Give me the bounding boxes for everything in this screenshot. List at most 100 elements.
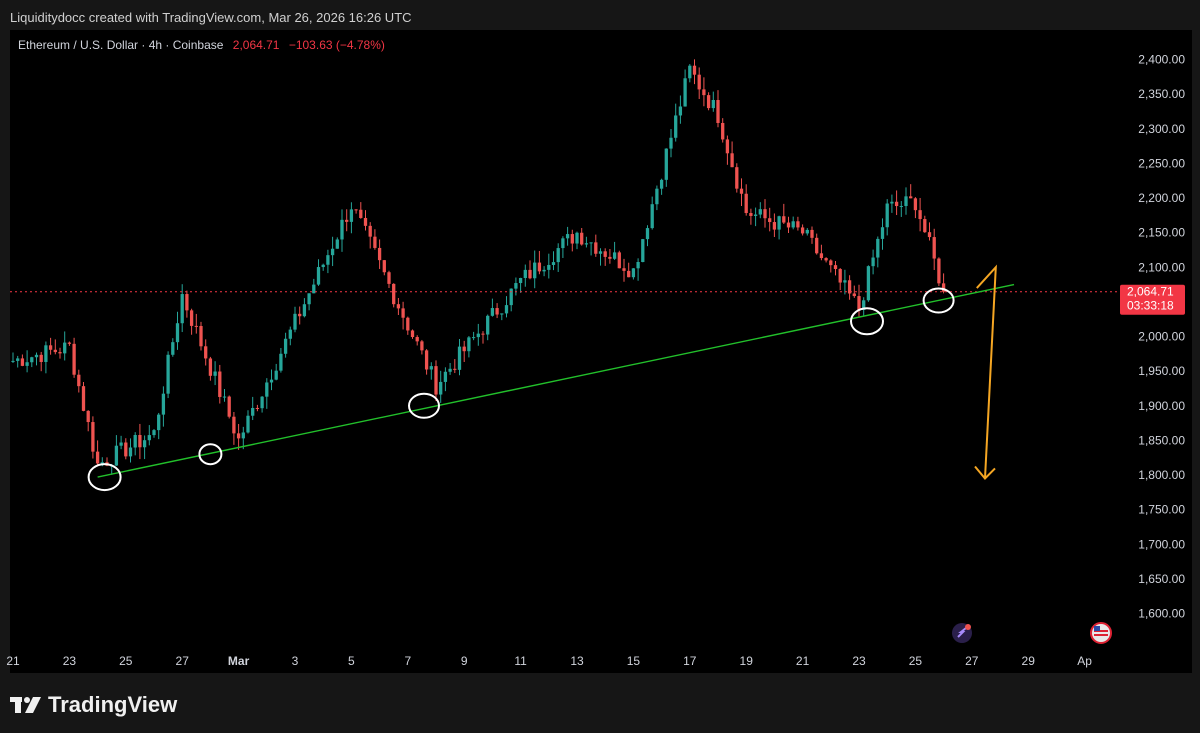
legend-price: 2,064.71	[232, 38, 280, 52]
candle-body	[321, 264, 325, 268]
candle-body	[133, 435, 137, 448]
y-axis-ticks: 2,400.00 2,350.00 2,300.00 2,250.00 2,200.00…	[1138, 53, 1185, 621]
x-tick-label: 5	[348, 654, 355, 668]
candle-body	[716, 100, 720, 123]
candle-body	[575, 232, 579, 244]
candle-body	[890, 201, 894, 204]
candle-body	[932, 237, 936, 259]
candle-body	[213, 371, 217, 376]
x-tick-label: 9	[461, 654, 468, 668]
candle-body	[561, 238, 565, 249]
tradingview-logo-icon	[10, 697, 41, 713]
candle-body	[749, 213, 753, 216]
candles	[11, 59, 946, 475]
y-tick-label: 2,150.00	[1138, 226, 1185, 240]
candle-body	[58, 352, 62, 354]
y-tick-label: 1,650.00	[1138, 572, 1185, 586]
candle-body	[11, 360, 15, 362]
candle-body	[918, 210, 922, 220]
candle-body	[815, 237, 819, 254]
low-marker-circle	[850, 307, 884, 336]
candle-body	[641, 239, 645, 262]
candle-body	[171, 342, 175, 355]
candle-body	[53, 349, 57, 353]
candle-body	[288, 329, 292, 339]
candle-body	[838, 269, 842, 283]
last-price-label: 2,064.71	[1127, 285, 1174, 299]
candle-body	[674, 115, 678, 138]
candle-body	[547, 264, 551, 270]
candle-body	[128, 447, 133, 457]
x-tick-label: 25	[909, 654, 923, 668]
last-price-tag: 2,064.71 03:33:18	[1120, 284, 1185, 315]
candle-body	[833, 265, 838, 270]
candle-body	[48, 345, 53, 350]
candle-body	[340, 219, 344, 240]
legend-change: −103.63 (−4.78%)	[288, 38, 385, 52]
candle-body	[307, 293, 311, 305]
candle-body	[293, 313, 297, 330]
candle-body	[824, 258, 828, 261]
candle-body	[302, 304, 307, 317]
candle-body	[453, 368, 457, 370]
candle-body	[208, 358, 213, 376]
candle-body	[443, 371, 448, 382]
candle-body	[142, 440, 147, 448]
candle-body	[537, 262, 542, 272]
candle-body	[326, 255, 330, 265]
candle-body	[650, 204, 654, 229]
candle-body	[363, 217, 368, 226]
x-tick-label: 17	[683, 654, 697, 668]
x-tick-label: 7	[404, 654, 411, 668]
candle-body	[246, 415, 250, 433]
y-tick-label: 2,100.00	[1138, 260, 1185, 274]
candle-body	[495, 308, 499, 315]
candle-body	[236, 433, 241, 439]
candle-body	[509, 288, 513, 306]
candle-body	[631, 268, 636, 278]
candle-body	[72, 343, 76, 375]
candle-body	[937, 258, 941, 284]
candle-body	[913, 198, 918, 211]
candle-body	[255, 407, 260, 409]
x-axis-ticks: 21 23 25 27 Mar 3 5 7 9 11 13 15 17 19 21 23 25 27 29 Ap	[6, 654, 1092, 668]
candle-body	[711, 100, 715, 109]
candle-body	[387, 272, 391, 284]
y-tick-label: 2,350.00	[1138, 87, 1185, 101]
candle-body	[504, 305, 509, 314]
candle-body	[175, 323, 180, 343]
candle-body	[655, 188, 659, 205]
candle-body	[533, 262, 537, 279]
symbol-title: Ethereum / U.S. Dollar · 4h · Coinbase	[18, 38, 224, 52]
us-flag-icon[interactable]	[1090, 622, 1112, 644]
candle-body	[791, 221, 795, 228]
symbol-legend: Ethereum / U.S. Dollar · 4h · Coinbase 2…	[18, 38, 385, 52]
candle-body	[298, 313, 302, 317]
candle-body	[457, 346, 462, 370]
low-marker-circle	[198, 443, 223, 466]
candle-body	[119, 442, 123, 446]
candle-body	[368, 225, 372, 237]
candle-body	[269, 379, 274, 383]
candle-body	[528, 269, 532, 279]
candle-body	[669, 137, 673, 149]
candle-body	[612, 252, 617, 259]
y-tick-label: 2,250.00	[1138, 156, 1185, 170]
candle-body	[876, 238, 880, 258]
x-tick-label: 23	[63, 654, 77, 668]
candle-body	[800, 227, 805, 234]
candle-countdown: 03:33:18	[1127, 299, 1174, 313]
candle-body	[471, 337, 476, 339]
candle-body	[523, 269, 527, 278]
candle-body	[349, 209, 354, 222]
candle-body	[481, 333, 485, 335]
y-tick-label: 2,000.00	[1138, 330, 1185, 344]
candle-body	[518, 277, 523, 284]
candle-body	[730, 153, 734, 168]
spark-icon[interactable]	[952, 623, 972, 643]
candle-body	[636, 261, 640, 269]
candle-body	[91, 422, 95, 452]
candle-body	[909, 196, 913, 199]
candle-body	[899, 206, 903, 208]
y-tick-label: 1,700.00	[1138, 537, 1185, 551]
